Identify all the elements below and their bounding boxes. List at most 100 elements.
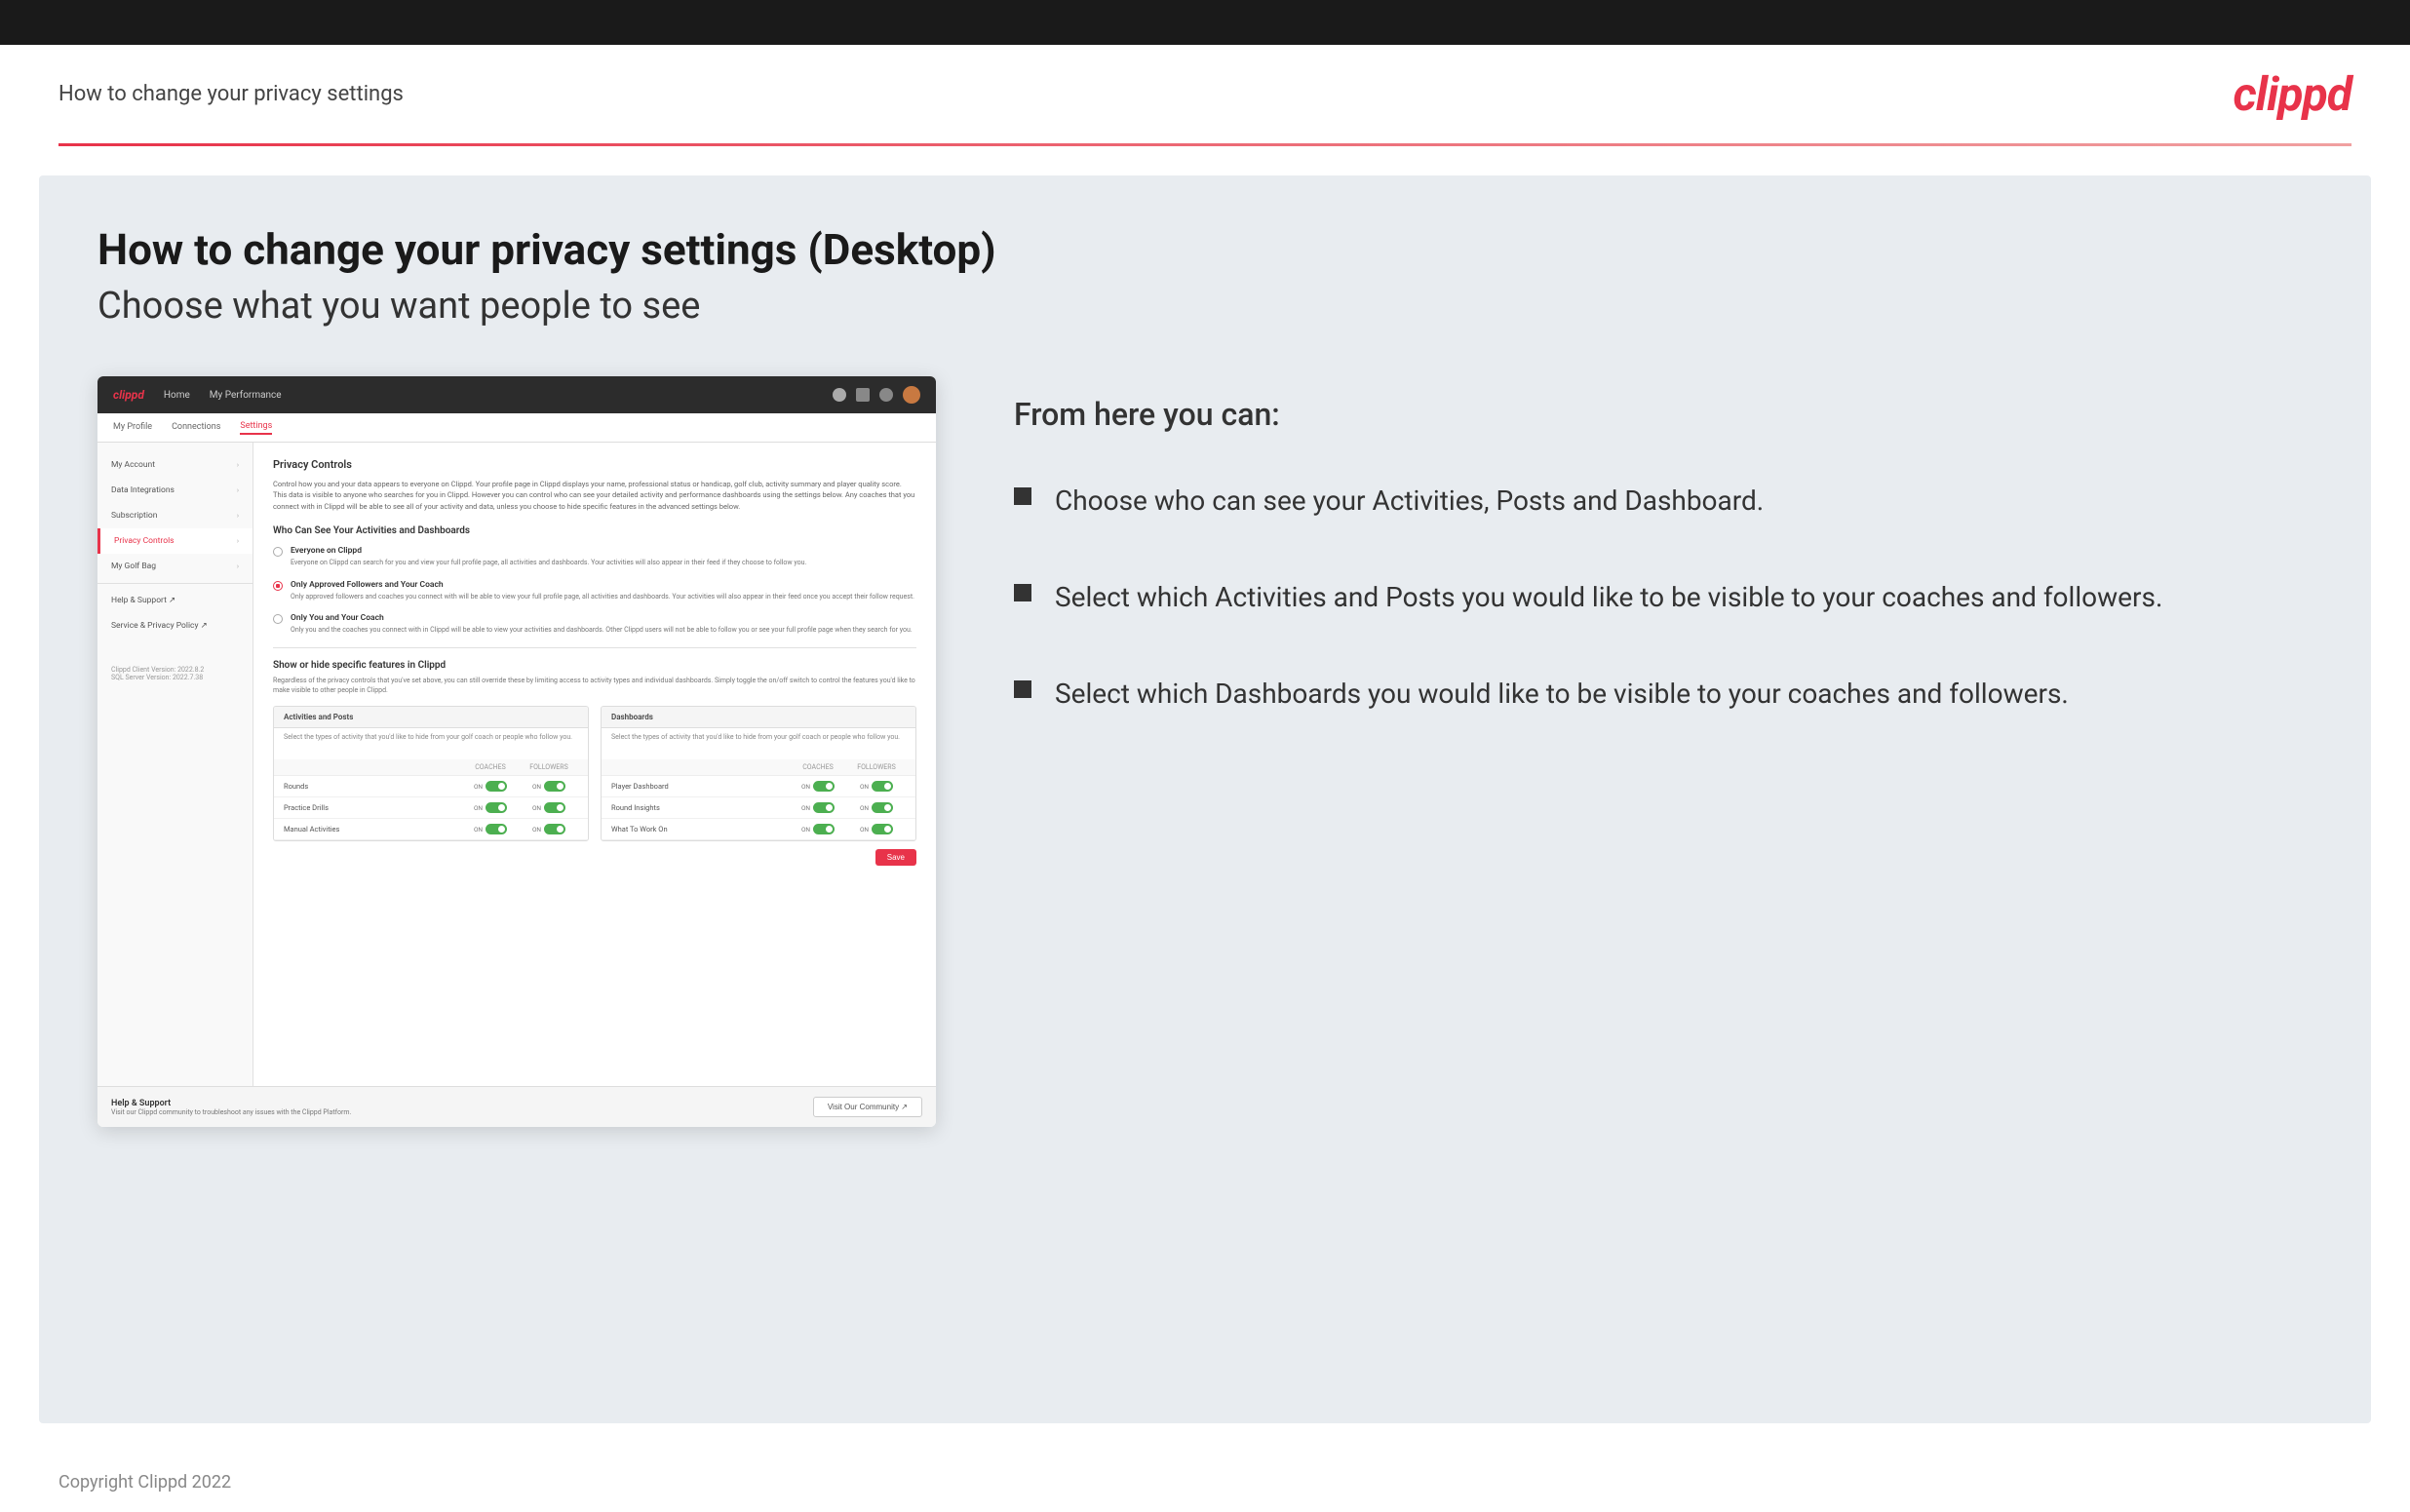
bullet-text-2: Select which Activities and Posts you wo… <box>1055 578 2162 616</box>
mockup-drills-followers-toggle[interactable] <box>544 802 565 813</box>
bullet-item-1: Choose who can see your Activities, Post… <box>1014 482 2313 520</box>
mockup-visit-community-button[interactable]: Visit Our Community ↗ <box>813 1097 922 1117</box>
mockup-subnav-profile: My Profile <box>113 422 152 434</box>
mockup-option-coach-desc: Only you and the coaches you connect wit… <box>291 626 916 636</box>
screenshot-mockup: clippd Home My Performance My Profile Co… <box>97 376 936 1127</box>
header-title: How to change your privacy settings <box>58 82 404 106</box>
mockup-activities-subheader: COACHES FOLLOWERS <box>274 759 588 776</box>
mockup-rounds-followers-toggle[interactable] <box>544 781 565 792</box>
mockup-privacy-title: Privacy Controls <box>273 458 916 471</box>
bullet-text-1: Choose who can see your Activities, Post… <box>1055 482 1764 520</box>
mockup-help-content: Help & Support Visit our Clippd communit… <box>111 1099 351 1116</box>
mockup-pd-followers-toggle[interactable] <box>872 781 893 792</box>
mockup-dashboards-header: Dashboards <box>602 707 915 728</box>
copyright-text: Copyright Clippd 2022 <box>58 1472 231 1493</box>
mockup-sidebar-account: My Account› <box>97 452 253 478</box>
mockup-option-followers-label: Only Approved Followers and Your Coach <box>291 580 916 590</box>
mockup-dashboards-subheader: COACHES FOLLOWERS <box>602 759 915 776</box>
mockup-drills-coaches-toggle-group: ON <box>461 802 520 813</box>
mockup-nav-links: Home My Performance <box>164 390 282 401</box>
mockup-sidebar-golfbag: My Golf Bag› <box>97 554 253 579</box>
bullet-square-3 <box>1014 680 1031 698</box>
mockup-features-title: Show or hide specific features in Clippd <box>273 660 916 671</box>
footer: Copyright Clippd 2022 <box>0 1453 2410 1512</box>
mockup-help-title: Help & Support <box>111 1099 351 1108</box>
mockup-sidebar-divider <box>97 583 253 584</box>
mockup-sidebar-data: Data Integrations› <box>97 478 253 503</box>
mockup-settings-icon <box>879 388 893 402</box>
mockup-row-manual: Manual Activities ON ON <box>274 819 588 840</box>
mockup-activities-desc: Select the types of activity that you'd … <box>274 728 588 747</box>
mockup-row-what-to-work-label: What To Work On <box>611 825 789 834</box>
mockup-option-coach-label: Only You and Your Coach <box>291 613 916 623</box>
mockup-followers-col-header: FOLLOWERS <box>520 763 578 771</box>
mockup-rounds-coaches-toggle[interactable] <box>486 781 507 792</box>
mockup-row-player-dashboard: Player Dashboard ON ON <box>602 776 915 797</box>
mockup-divider <box>273 647 916 648</box>
mockup-subnav-settings: Settings <box>240 421 272 435</box>
logo: clippd <box>2234 66 2352 122</box>
mockup-drills-coaches-toggle[interactable] <box>486 802 507 813</box>
mockup-nav-home: Home <box>164 390 190 401</box>
mockup-ri-followers-toggle-group: ON <box>847 802 906 813</box>
mockup-subnav-connections: Connections <box>172 422 220 434</box>
mockup-sidebar: My Account› Data Integrations› Subscript… <box>97 443 253 1086</box>
mockup-pd-coaches-toggle-group: ON <box>789 781 847 792</box>
mockup-option-followers-desc: Only approved followers and coaches you … <box>291 593 916 602</box>
mockup-manual-followers-toggle-group: ON <box>520 824 578 834</box>
mockup-row-drills-label: Practice Drills <box>284 803 461 812</box>
bullet-text-3: Select which Dashboards you would like t… <box>1055 675 2069 713</box>
mockup-rounds-followers-toggle-group: ON <box>520 781 578 792</box>
mockup-coaches-col-header: COACHES <box>461 763 520 771</box>
top-bar <box>0 0 2410 45</box>
mockup-row-round-insights: Round Insights ON ON <box>602 797 915 819</box>
mockup-avatar <box>903 386 920 404</box>
mockup-ri-coaches-toggle-group: ON <box>789 802 847 813</box>
right-panel: From here you can: Choose who can see yo… <box>1014 376 2313 714</box>
mockup-row-rounds-label: Rounds <box>284 782 461 791</box>
mockup-manual-coaches-toggle[interactable] <box>486 824 507 834</box>
mockup-ri-coaches-toggle[interactable] <box>813 802 835 813</box>
mockup-ww-coaches-toggle[interactable] <box>813 824 835 834</box>
mockup-radio-followers[interactable] <box>273 581 283 591</box>
mockup-who-title: Who Can See Your Activities and Dashboar… <box>273 525 916 536</box>
mockup-main-panel: Privacy Controls Control how you and you… <box>253 443 936 1086</box>
mockup-radio-everyone[interactable] <box>273 547 283 557</box>
mockup-help-bar: Help & Support Visit our Clippd communit… <box>97 1086 936 1127</box>
mockup-search-icon <box>833 388 846 402</box>
mockup-privacy-desc: Control how you and your data appears to… <box>273 479 916 512</box>
mockup-ww-followers-toggle-group: ON <box>847 824 906 834</box>
mockup-option-followers: Only Approved Followers and Your Coach O… <box>273 580 916 602</box>
mockup-activities-table: Activities and Posts Select the types of… <box>273 706 589 842</box>
mockup-features-desc: Regardless of the privacy controls that … <box>273 677 916 696</box>
mockup-option-everyone: Everyone on Clippd Everyone on Clippd ca… <box>273 546 916 568</box>
mockup-row-round-insights-label: Round Insights <box>611 803 789 812</box>
mockup-pd-coaches-toggle[interactable] <box>813 781 835 792</box>
mockup-ww-followers-toggle[interactable] <box>872 824 893 834</box>
mockup-activities-header: Activities and Posts <box>274 707 588 728</box>
mockup-ww-coaches-toggle-group: ON <box>789 824 847 834</box>
mockup-row-manual-label: Manual Activities <box>284 825 461 834</box>
page-subheading: Choose what you want people to see <box>97 285 2313 328</box>
mockup-sidebar-privacy: Privacy Controls› <box>97 528 253 554</box>
mockup-dashboards-desc: Select the types of activity that you'd … <box>602 728 915 747</box>
mockup-nav-right <box>833 386 920 404</box>
mockup-row-what-to-work: What To Work On ON ON <box>602 819 915 840</box>
mockup-save-button[interactable]: Save <box>875 849 916 866</box>
mockup-radio-coach[interactable] <box>273 614 283 624</box>
mockup-navbar: clippd Home My Performance <box>97 376 936 413</box>
mockup-option-everyone-label: Everyone on Clippd <box>291 546 916 556</box>
mockup-row-drills: Practice Drills ON ON <box>274 797 588 819</box>
mockup-ri-followers-toggle[interactable] <box>872 802 893 813</box>
mockup-manual-followers-toggle[interactable] <box>544 824 565 834</box>
mockup-sidebar-subscription: Subscription› <box>97 503 253 528</box>
mockup-manual-coaches-toggle-group: ON <box>461 824 520 834</box>
bullet-square-2 <box>1014 584 1031 601</box>
mockup-pd-followers-toggle-group: ON <box>847 781 906 792</box>
page-heading: How to change your privacy settings (Des… <box>97 224 2313 275</box>
bullet-item-3: Select which Dashboards you would like t… <box>1014 675 2313 713</box>
mockup-row-rounds: Rounds ON ON <box>274 776 588 797</box>
bullet-list: Choose who can see your Activities, Post… <box>1014 482 2313 714</box>
mockup-nav-performance: My Performance <box>210 390 282 401</box>
mockup-tables-row: Activities and Posts Select the types of… <box>273 706 916 842</box>
